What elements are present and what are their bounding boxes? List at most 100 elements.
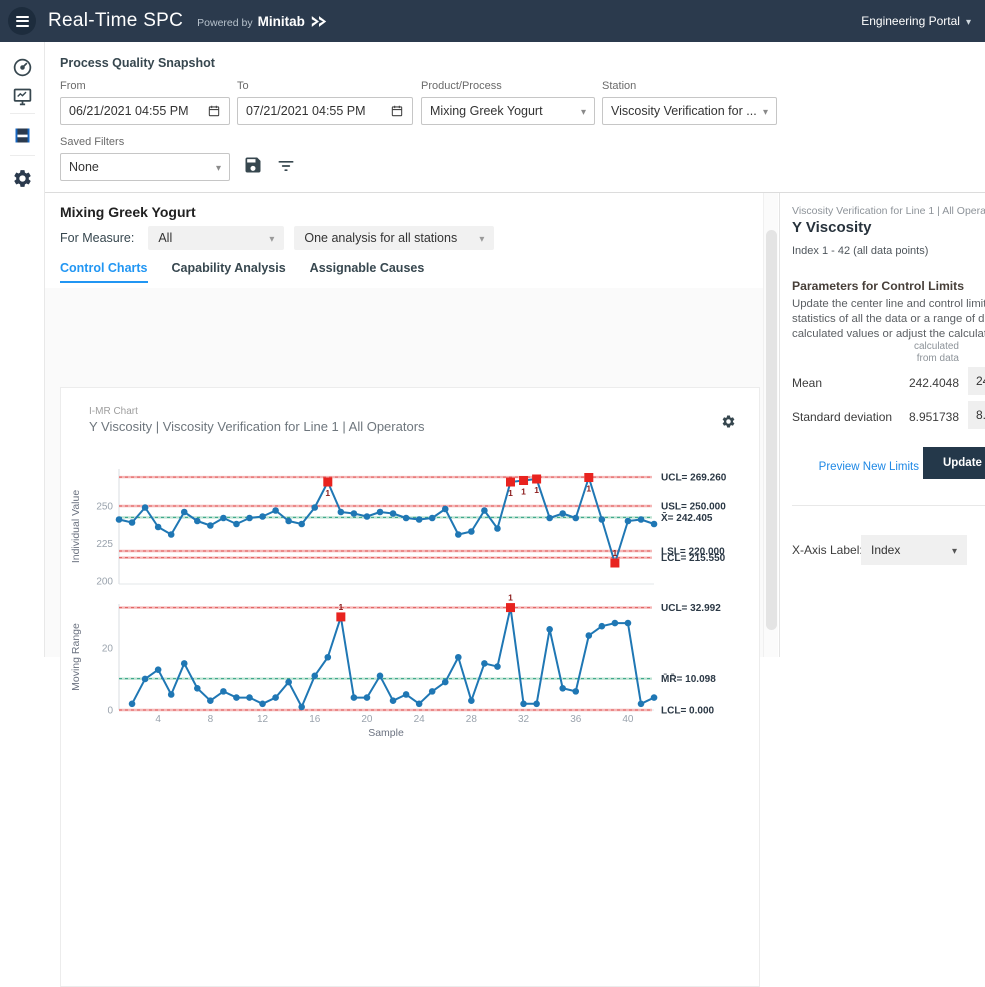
measure-row: For Measure: All One analysis for all st…	[60, 226, 494, 250]
svg-text:40: 40	[622, 714, 634, 725]
svg-text:1: 1	[325, 488, 330, 498]
measure-dropdown[interactable]: All	[148, 226, 284, 250]
chevron-down-icon	[216, 160, 221, 174]
svg-text:4: 4	[155, 714, 161, 725]
svg-text:16: 16	[309, 714, 321, 725]
chevron-down-icon	[952, 543, 957, 557]
app-title: Real-Time SPC	[48, 10, 183, 32]
imr-control-charts-svg: 250225200Individual ValueUCL= 269.260USL…	[69, 446, 757, 746]
filter-list-icon[interactable]	[276, 156, 296, 176]
svg-text:USL= 250.000: USL= 250.000	[661, 502, 726, 513]
calculated-from-data-header: calculated from data	[840, 341, 959, 365]
station-value: Viscosity Verification for ...	[611, 104, 763, 118]
to-date-value: 07/21/2021 04:55 PM	[246, 104, 390, 118]
svg-text:250: 250	[96, 502, 113, 513]
from-date-field-group: From 06/21/2021 04:55 PM	[60, 80, 230, 125]
svg-text:32: 32	[518, 714, 530, 725]
to-date-field-group: To 07/21/2021 04:55 PM	[237, 80, 413, 125]
svg-text:225: 225	[96, 539, 113, 550]
imr-chart-card: I-MR Chart Y Viscosity | Viscosity Verif…	[60, 387, 760, 987]
svg-text:8: 8	[208, 714, 214, 725]
svg-text:36: 36	[570, 714, 582, 725]
portal-menu[interactable]: Engineering Portal	[861, 14, 971, 28]
chevron-down-icon	[269, 231, 274, 245]
chevron-down-icon	[966, 14, 971, 28]
parameters-section-title: Parameters for Control Limits	[792, 279, 964, 293]
product-process-label: Product/Process	[421, 80, 595, 92]
svg-text:LCL= 215.550: LCL= 215.550	[661, 553, 726, 564]
monitor-chart-icon[interactable]	[12, 86, 33, 107]
svg-text:1: 1	[508, 593, 513, 603]
preview-new-limits-link[interactable]: Preview New Limits	[780, 461, 919, 473]
saved-filters-dropdown[interactable]: None	[60, 153, 230, 181]
tab-capability-analysis[interactable]: Capability Analysis	[172, 261, 286, 283]
tab-control-charts[interactable]: Control Charts	[60, 261, 148, 283]
app-header: Real-Time SPC Powered by Minitab Enginee…	[0, 0, 985, 42]
svg-text:28: 28	[466, 714, 478, 725]
powered-by-label: Powered by	[197, 17, 252, 29]
mean-input[interactable]	[968, 367, 985, 395]
analysis-mode-dropdown[interactable]: One analysis for all stations	[294, 226, 494, 250]
tab-assignable-causes[interactable]: Assignable Causes	[310, 261, 425, 283]
from-label: From	[60, 80, 230, 92]
minitab-logo-icon	[310, 15, 328, 28]
update-control-limits-button[interactable]: Update Control Limits	[923, 447, 985, 479]
vertical-scrollbar-track[interactable]	[763, 193, 778, 657]
svg-text:1: 1	[586, 484, 591, 494]
chart-settings-gear-icon[interactable]	[721, 414, 736, 429]
svg-text:20: 20	[361, 714, 373, 725]
to-label: To	[237, 80, 413, 92]
chevron-down-icon	[763, 104, 768, 118]
sidebar-divider	[10, 155, 35, 156]
svg-text:12: 12	[257, 714, 269, 725]
station-label: Station	[602, 80, 777, 92]
svg-text:Individual Value: Individual Value	[70, 490, 82, 564]
standard-deviation-calculated-value: 8.951738	[840, 410, 959, 424]
station-field-group: Station Viscosity Verification for ...	[602, 80, 777, 125]
portal-menu-label: Engineering Portal	[861, 14, 960, 28]
calendar-icon[interactable]	[390, 104, 404, 118]
hamburger-menu-icon[interactable]	[8, 7, 36, 35]
panel-title: Y Viscosity	[792, 219, 872, 236]
svg-text:24: 24	[414, 714, 426, 725]
left-nav-sidebar	[0, 42, 45, 657]
chart-type-label: I-MR Chart	[89, 406, 138, 417]
for-measure-label: For Measure:	[60, 231, 134, 245]
to-date-input[interactable]: 07/21/2021 04:55 PM	[237, 97, 413, 125]
x-axis-dropdown[interactable]: Index	[861, 535, 967, 565]
standard-deviation-input[interactable]	[968, 401, 985, 429]
station-dropdown[interactable]: Viscosity Verification for ...	[602, 97, 777, 125]
product-process-dropdown[interactable]: Mixing Greek Yogurt	[421, 97, 595, 125]
process-title: Mixing Greek Yogurt	[60, 204, 196, 220]
svg-text:1: 1	[534, 485, 539, 495]
panel-divider	[792, 505, 985, 506]
control-limits-panel: Viscosity Verification for Line 1 | All …	[779, 193, 985, 657]
gauge-dashboard-icon[interactable]	[12, 57, 33, 78]
svg-text:1: 1	[508, 488, 513, 498]
svg-text:1: 1	[338, 602, 343, 612]
panel-subtitle: Viscosity Verification for Line 1 | All …	[792, 205, 985, 217]
vertical-scrollbar-thumb[interactable]	[766, 230, 777, 630]
from-date-input[interactable]: 06/21/2021 04:55 PM	[60, 97, 230, 125]
svg-text:1: 1	[613, 548, 618, 558]
index-range-label: Index 1 - 42 (all data points)	[792, 245, 928, 257]
brand-name: Minitab	[258, 14, 305, 29]
sidebar-divider	[10, 113, 35, 114]
svg-text:UCL= 32.992: UCL= 32.992	[661, 603, 721, 614]
calendar-icon[interactable]	[207, 104, 221, 118]
save-filter-icon[interactable]	[243, 155, 263, 175]
powered-by: Powered by Minitab	[197, 14, 328, 29]
section-title: Process Quality Snapshot	[60, 56, 215, 70]
x-axis-dropdown-value: Index	[871, 543, 952, 557]
from-date-value: 06/21/2021 04:55 PM	[69, 104, 207, 118]
product-process-field-group: Product/Process Mixing Greek Yogurt	[421, 80, 595, 125]
svg-text:X̄= 242.405: X̄= 242.405	[661, 512, 713, 524]
archive-box-icon[interactable]	[12, 125, 33, 146]
saved-filters-value: None	[69, 160, 216, 174]
gear-icon[interactable]	[12, 168, 33, 189]
x-axis-label: X-Axis Label:	[792, 543, 863, 557]
saved-filters-label: Saved Filters	[60, 136, 230, 148]
parameters-description: Update the center line and control limit…	[792, 297, 985, 342]
mean-label: Mean	[792, 376, 822, 390]
filter-bar: Process Quality Snapshot From 06/21/2021…	[45, 42, 985, 193]
